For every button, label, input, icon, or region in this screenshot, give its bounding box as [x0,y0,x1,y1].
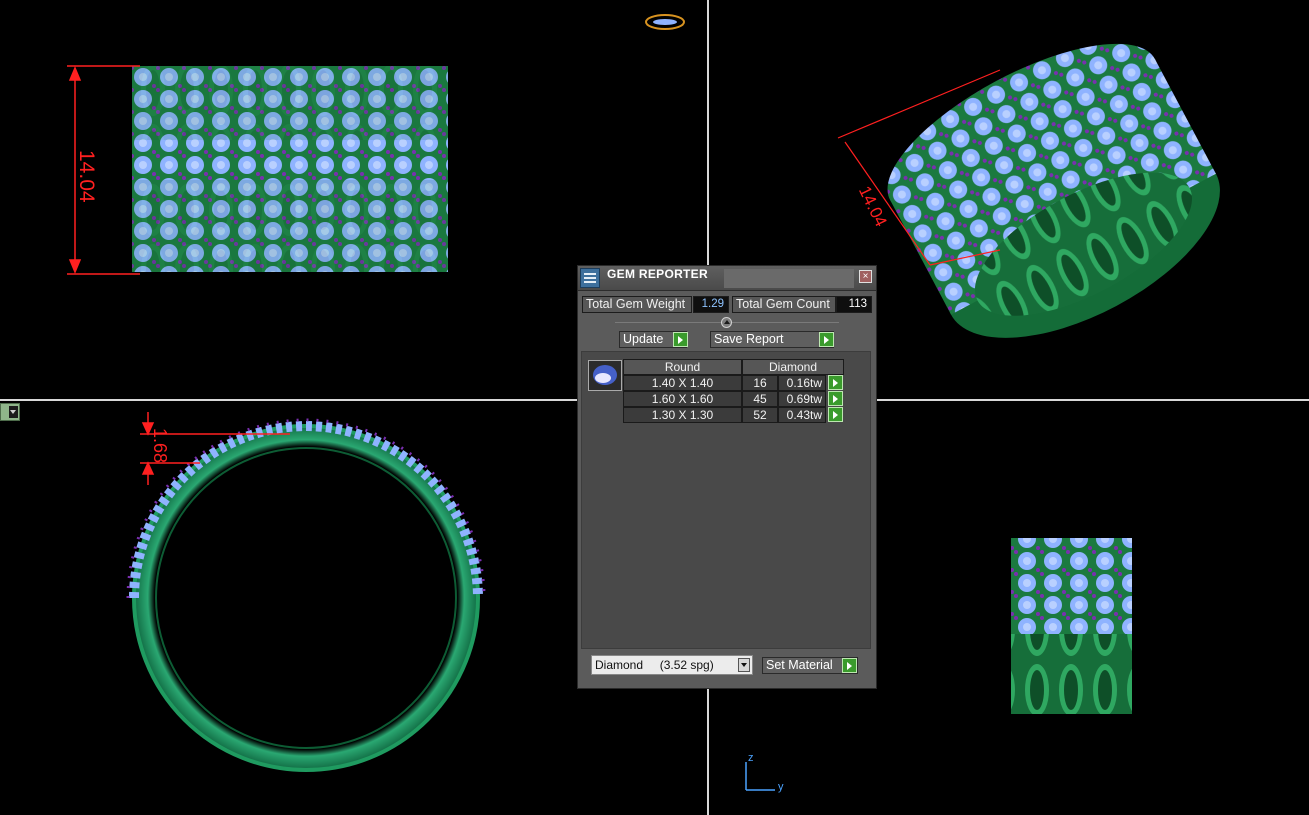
side-view-ring [1011,538,1132,714]
gem-reporter-panel: GEM REPORTER × Total Gem Weight 1.29 Tot… [577,265,877,689]
save-report-button[interactable]: Save Report [710,331,834,348]
perspective-view-ring [887,43,1220,338]
round-gem-thumbnail-icon[interactable] [588,360,622,391]
panel-titlebar[interactable]: GEM REPORTER × [578,266,876,291]
gem-size: 1.30 X 1.30 [623,407,742,423]
panel-title: GEM REPORTER [607,267,708,281]
collapse-icon[interactable] [721,317,732,328]
shape-header: Round [623,359,742,375]
view-gizmo-icon[interactable] [645,14,685,30]
save-report-go-icon[interactable] [819,332,834,347]
material-header: Diamond [742,359,844,375]
total-gem-weight-value: 1.29 [693,296,729,313]
gem-count: 16 [742,375,778,391]
front-view-ring [132,66,448,272]
top-view-ring [126,418,486,772]
material-select-value: Diamond (3.52 spg) [595,658,714,672]
top-dimension-label: 1.68 [150,428,170,464]
viewport-menu-button[interactable] [0,403,20,421]
gem-reporter-app-icon [580,268,600,288]
total-gem-count-label: Total Gem Count [732,296,836,313]
update-button-label: Update [623,332,664,346]
set-material-button-label: Set Material [766,658,833,672]
chevron-down-icon[interactable] [738,658,750,672]
material-select[interactable]: Diamond (3.52 spg) [591,655,753,675]
set-material-go-icon[interactable] [842,658,857,673]
axis-z-label: z [748,752,754,764]
gem-weight: 0.69tw [778,391,826,407]
row-select-go-icon[interactable] [828,391,843,406]
gem-size: 1.40 X 1.40 [623,375,742,391]
titlebar-tab [724,269,854,288]
update-go-icon[interactable] [673,332,688,347]
axis-triad-icon [745,762,775,791]
gem-weight: 0.43tw [778,407,826,423]
total-gem-count-value: 113 [836,296,872,313]
save-report-button-label: Save Report [714,332,784,346]
chevron-down-icon [9,406,18,418]
axis-y-label: y [778,781,784,793]
gem-size: 1.60 X 1.60 [623,391,742,407]
row-select-go-icon[interactable] [828,375,843,390]
total-gem-weight-label: Total Gem Weight [582,296,692,313]
close-icon[interactable]: × [859,270,872,283]
gem-weight: 0.16tw [778,375,826,391]
gem-count: 45 [742,391,778,407]
front-dimension-label: 14.04 [75,150,98,203]
row-select-go-icon[interactable] [828,407,843,422]
gem-count: 52 [742,407,778,423]
